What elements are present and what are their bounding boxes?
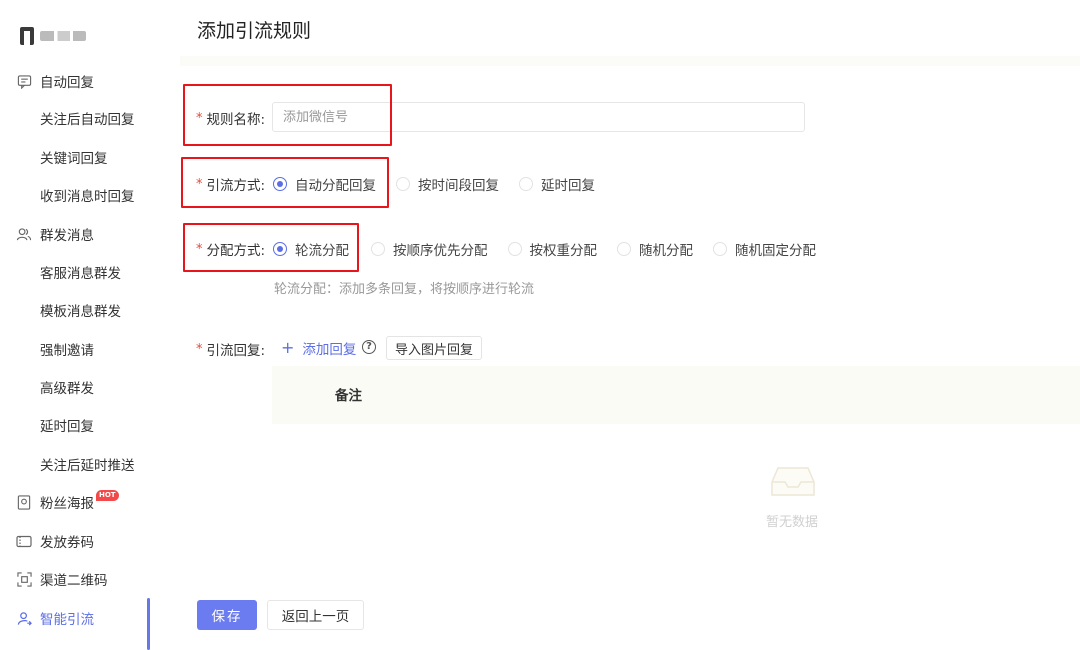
annotation-highlight-box (181, 157, 389, 208)
header-divider (180, 56, 1080, 66)
radio-label: 延时回复 (541, 178, 595, 194)
radio-dot (519, 177, 533, 191)
sidebar-item-label: 强制邀请 (40, 343, 94, 359)
radio-dot (371, 242, 385, 256)
sidebar-item-label: 粉丝海报 (40, 496, 94, 512)
table-header-remark: 备注 (335, 388, 362, 404)
message-icon (16, 73, 32, 89)
sidebar-group-fan-poster[interactable]: 粉丝海报 HOT (0, 488, 150, 516)
users-icon (16, 226, 32, 242)
sidebar-item-label: 智能引流 (40, 612, 94, 628)
sidebar-item-label: 渠道二维码 (40, 573, 108, 589)
sidebar-item-label: 延时回复 (40, 419, 94, 435)
sidebar: 自动回复 关注后自动回复 关键词回复 收到消息时回复 群发消息 客服消息群发 模… (0, 0, 150, 650)
sidebar-group-auto-reply[interactable]: 自动回复 (0, 67, 150, 95)
sidebar-item-follow-auto-reply[interactable]: 关注后自动回复 (0, 104, 150, 132)
sidebar-group-smart-diversion[interactable]: 智能引流 (0, 604, 150, 632)
radio-delayed-reply[interactable]: 延时回复 (519, 174, 595, 194)
qrcode-icon (16, 571, 32, 587)
sidebar-item-label: 群发消息 (40, 228, 94, 244)
hot-badge: HOT (96, 489, 119, 501)
sidebar-item-keyword-reply[interactable]: 关键词回复 (0, 143, 150, 171)
sidebar-item-label: 关注后自动回复 (40, 112, 135, 128)
radio-random-fixed[interactable]: 随机固定分配 (713, 239, 816, 259)
distribution-hint: 轮流分配：添加多条回复，将按顺序进行轮流 (274, 282, 535, 297)
diversion-reply-label-text: 引流回复: (206, 343, 266, 359)
save-button[interactable]: 保存 (197, 600, 257, 630)
radio-label: 随机固定分配 (735, 243, 816, 259)
sidebar-item-label: 关键词回复 (40, 151, 108, 167)
sidebar-group-mass-message[interactable]: 群发消息 (0, 220, 150, 248)
sidebar-item-follow-delayed-push[interactable]: 关注后延时推送 (0, 450, 150, 478)
sidebar-item-cs-mass[interactable]: 客服消息群发 (0, 258, 150, 286)
radio-label: 按顺序优先分配 (393, 243, 488, 259)
sidebar-item-label: 关注后延时推送 (40, 458, 135, 474)
sidebar-item-forced-invite[interactable]: 强制邀请 (0, 335, 150, 363)
sidebar-item-label: 模板消息群发 (40, 304, 121, 320)
radio-label: 按权重分配 (529, 243, 598, 259)
sidebar-group-coupon[interactable]: 发放券码 (0, 527, 150, 555)
required-star: * (196, 341, 203, 357)
empty-inbox-icon (771, 467, 815, 496)
sidebar-item-message-reply[interactable]: 收到消息时回复 (0, 181, 150, 209)
brand-logo (20, 27, 34, 45)
brand-text-blurred (40, 31, 86, 41)
sidebar-item-advanced-mass[interactable]: 高级群发 (0, 373, 150, 401)
radio-dot (617, 242, 631, 256)
radio-random[interactable]: 随机分配 (617, 239, 693, 259)
radio-dot (396, 177, 410, 191)
radio-label: 随机分配 (639, 243, 693, 259)
radio-weighted[interactable]: 按权重分配 (507, 239, 598, 259)
reply-table-header (272, 366, 1080, 424)
sidebar-item-label: 高级群发 (40, 381, 94, 397)
sidebar-group-channel-qrcode[interactable]: 渠道二维码 (0, 565, 150, 593)
sidebar-item-delayed-reply[interactable]: 延时回复 (0, 411, 150, 439)
sidebar-item-template-mass[interactable]: 模板消息群发 (0, 296, 150, 324)
diversion-reply-label: * 引流回复: (196, 339, 266, 360)
ticket-icon (16, 533, 32, 549)
radio-dot (507, 242, 522, 256)
active-indicator (147, 598, 150, 650)
import-image-reply-button[interactable]: 导入图片回复 (386, 336, 483, 360)
help-icon[interactable]: ? (362, 340, 376, 354)
sidebar-item-label: 收到消息时回复 (40, 189, 135, 205)
radio-sequential-priority[interactable]: 按顺序优先分配 (371, 239, 488, 259)
radio-dot (713, 242, 727, 256)
radio-label: 按时间段回复 (418, 178, 499, 194)
annotation-highlight-box (183, 84, 392, 146)
user-flow-icon (16, 610, 32, 626)
poster-icon (16, 494, 32, 510)
back-button[interactable]: 返回上一页 (267, 600, 364, 630)
annotation-highlight-box (183, 223, 359, 272)
plus-icon: + (281, 338, 295, 357)
add-reply-button[interactable]: + 添加回复 (281, 338, 357, 359)
radio-time-period-reply[interactable]: 按时间段回复 (396, 174, 499, 194)
brand (20, 26, 86, 46)
sidebar-item-label: 客服消息群发 (40, 266, 121, 282)
sidebar-item-label: 自动回复 (40, 75, 94, 91)
sidebar-item-label: 发放券码 (40, 535, 94, 551)
page-title: 添加引流规则 (197, 20, 312, 42)
add-reply-label: 添加回复 (302, 342, 357, 358)
empty-state-text: 暂无数据 (766, 515, 819, 530)
